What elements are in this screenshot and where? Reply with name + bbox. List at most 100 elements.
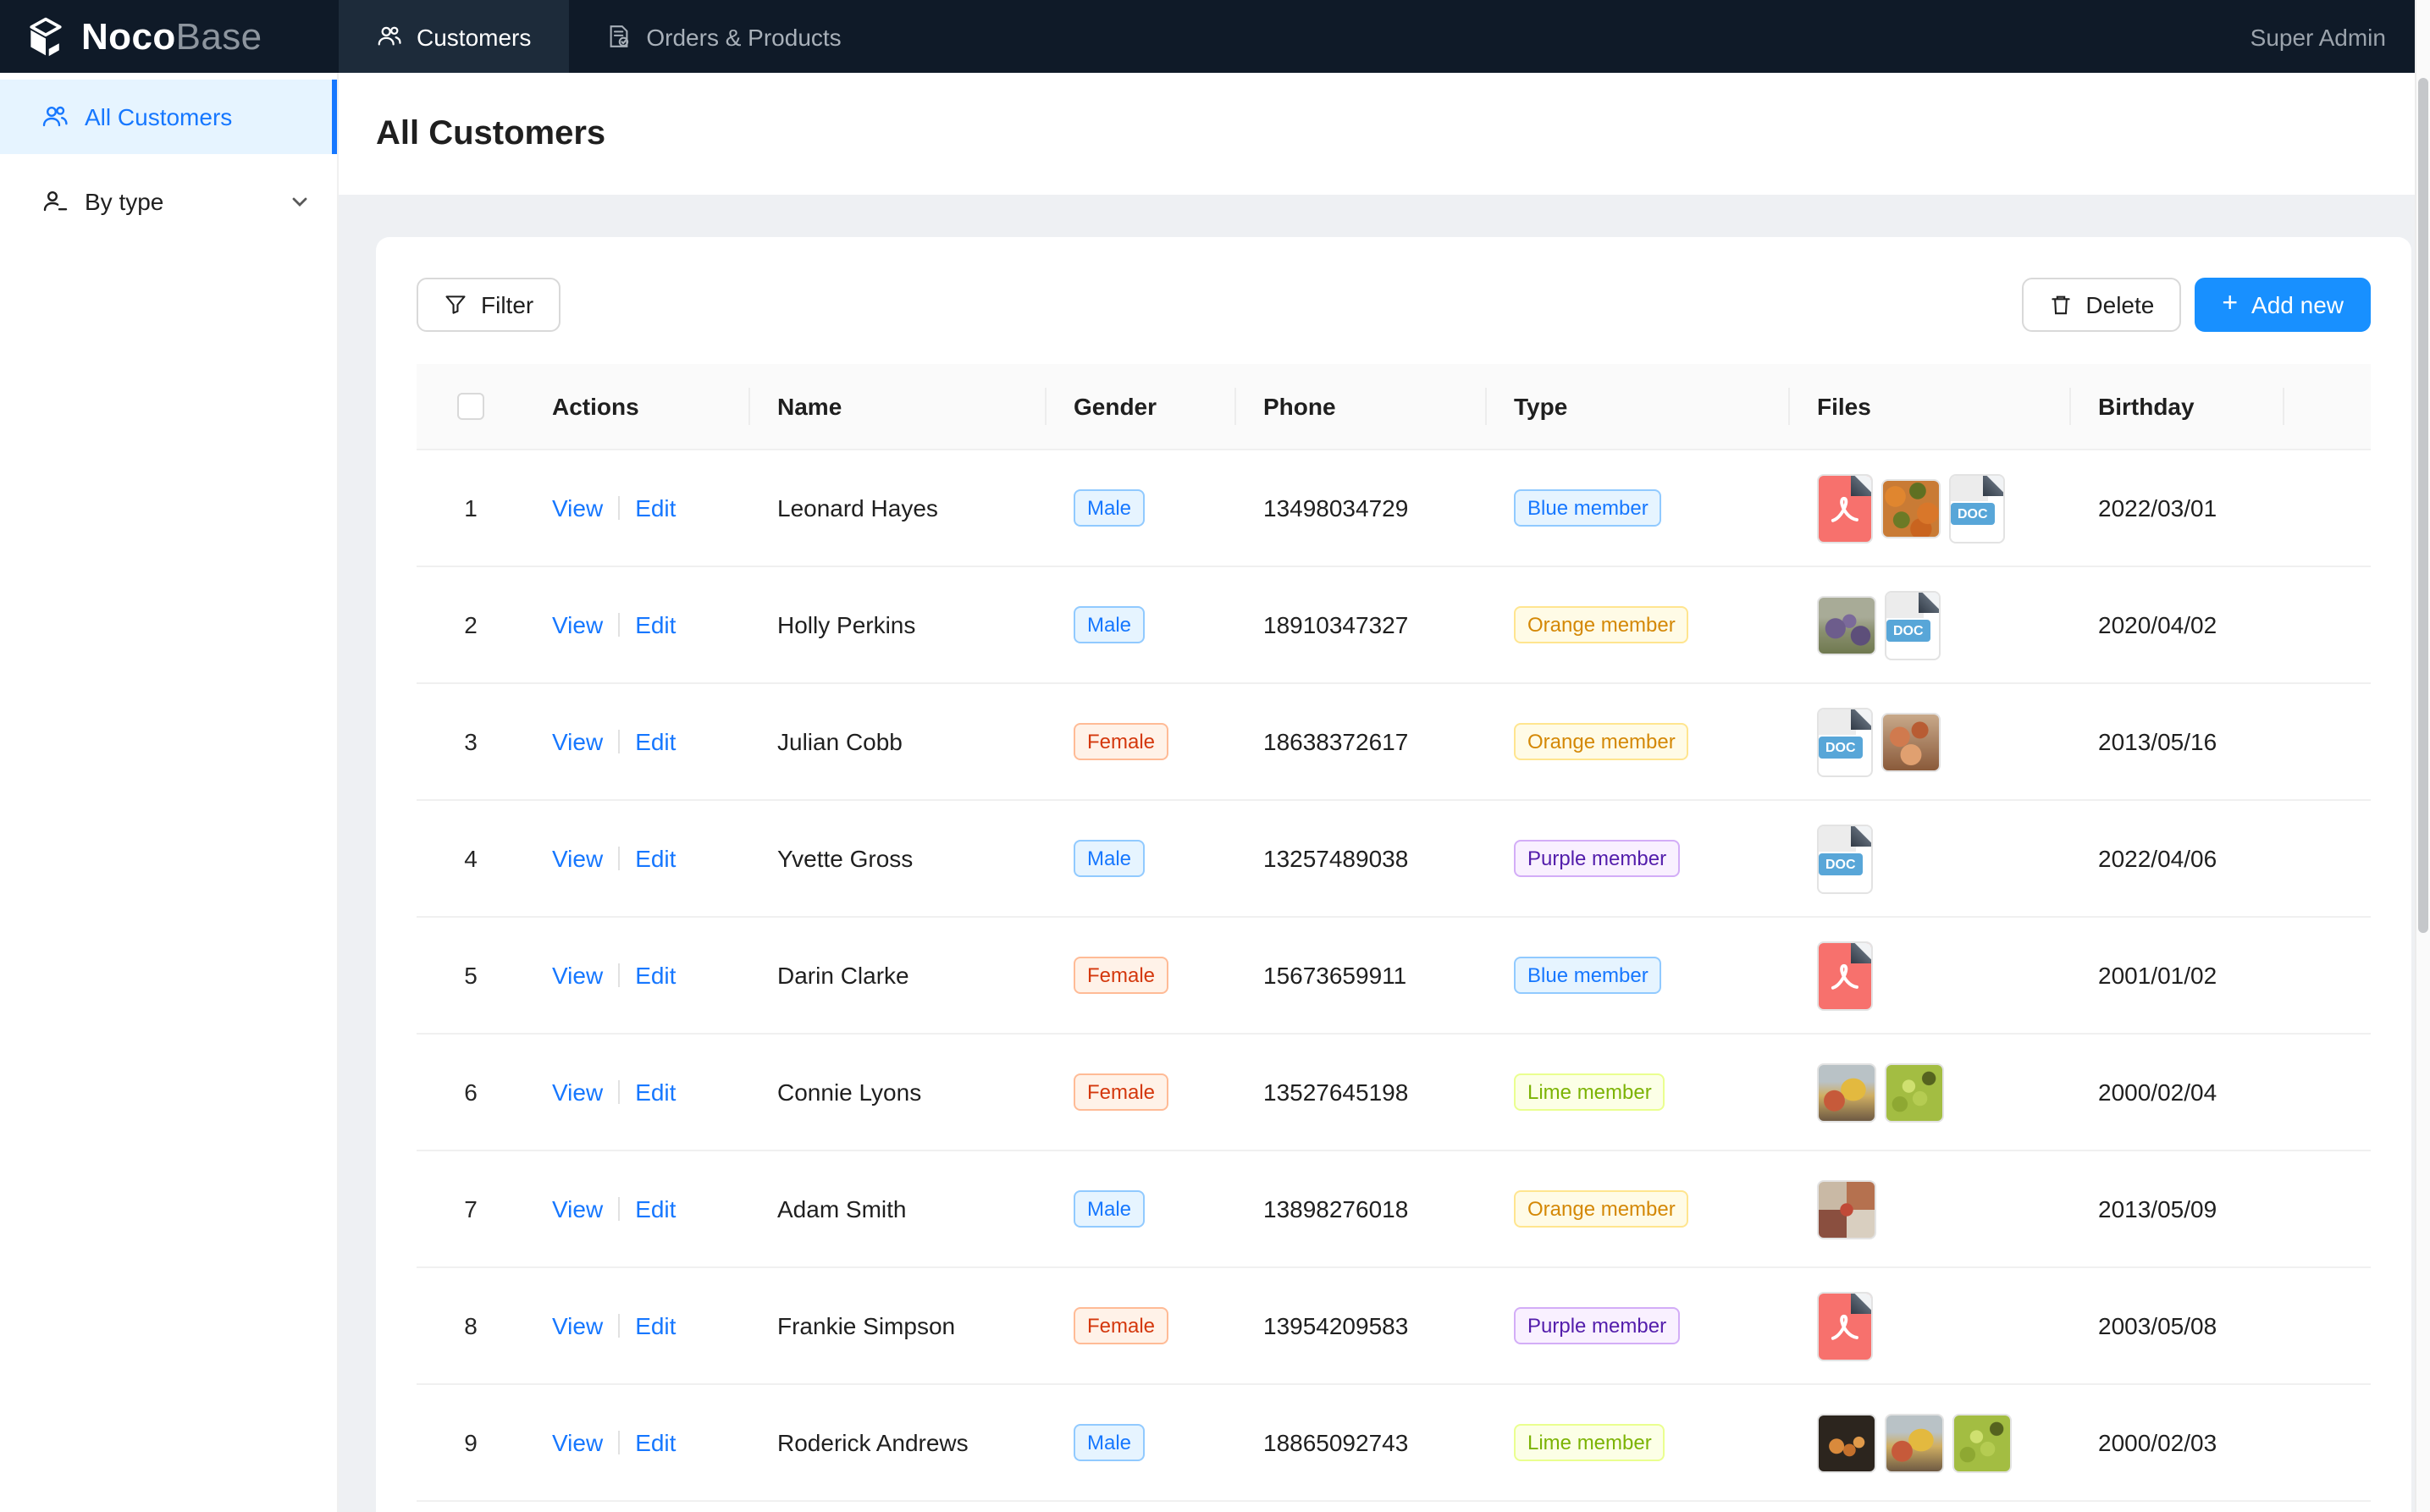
sidebar: All Customers By type bbox=[0, 73, 339, 1512]
image-thumbnail[interactable] bbox=[1885, 1413, 1944, 1472]
birthday-value: 2000/02/04 bbox=[2098, 1079, 2217, 1106]
nocobase-logo[interactable]: NocoBase bbox=[0, 0, 339, 73]
image-thumbnail[interactable] bbox=[1817, 595, 1876, 654]
edit-link[interactable]: Edit bbox=[635, 728, 676, 755]
gender-badge: Female bbox=[1074, 723, 1168, 760]
doc-file-icon[interactable]: DOC bbox=[1949, 473, 2005, 543]
customer-name: Yvette Gross bbox=[777, 845, 913, 872]
tab-customers[interactable]: Customers bbox=[339, 0, 568, 73]
view-link[interactable]: View bbox=[552, 1312, 603, 1339]
phone-number: 18865092743 bbox=[1263, 1429, 1408, 1456]
view-link[interactable]: View bbox=[552, 728, 603, 755]
filter-button[interactable]: Filter bbox=[417, 278, 561, 332]
select-all-checkbox[interactable] bbox=[457, 393, 484, 420]
table-row: 9ViewEditRoderick AndrewsMale18865092743… bbox=[417, 1385, 2371, 1502]
edit-link[interactable]: Edit bbox=[635, 1312, 676, 1339]
row-index: 6 bbox=[464, 1079, 478, 1106]
edit-link[interactable]: Edit bbox=[635, 1079, 676, 1106]
view-link[interactable]: View bbox=[552, 1079, 603, 1106]
plus-icon: + bbox=[2222, 291, 2238, 318]
edit-link[interactable]: Edit bbox=[635, 962, 676, 989]
image-thumbnail[interactable] bbox=[1952, 1413, 2012, 1472]
tab-label: Customers bbox=[417, 23, 531, 50]
customer-name: Holly Perkins bbox=[777, 611, 915, 638]
customer-name: Adam Smith bbox=[777, 1195, 907, 1222]
doc-badge: DOC bbox=[1951, 502, 1995, 524]
add-new-button[interactable]: + Add new bbox=[2195, 278, 2371, 332]
member-type-badge: Orange member bbox=[1514, 723, 1689, 760]
edit-link[interactable]: Edit bbox=[635, 611, 676, 638]
team-icon bbox=[376, 24, 401, 49]
pdf-file-icon[interactable] bbox=[1817, 473, 1873, 543]
view-link[interactable]: View bbox=[552, 845, 603, 872]
member-type-badge: Purple member bbox=[1514, 1307, 1680, 1344]
customer-name: Connie Lyons bbox=[777, 1079, 921, 1106]
column-header-phone: Phone bbox=[1263, 393, 1336, 420]
view-link[interactable]: View bbox=[552, 494, 603, 521]
action-divider bbox=[618, 963, 620, 987]
row-index: 8 bbox=[464, 1312, 478, 1339]
action-divider bbox=[618, 1197, 620, 1221]
member-type-badge: Purple member bbox=[1514, 840, 1680, 877]
phone-number: 18910347327 bbox=[1263, 611, 1408, 638]
funnel-icon bbox=[444, 293, 467, 317]
view-link[interactable]: View bbox=[552, 1429, 603, 1456]
doc-file-icon[interactable]: DOC bbox=[1885, 590, 1941, 659]
vertical-scrollbar[interactable] bbox=[2415, 0, 2430, 1512]
doc-file-icon[interactable]: DOC bbox=[1817, 707, 1873, 776]
column-header-birthday: Birthday bbox=[2098, 393, 2195, 420]
image-thumbnail[interactable] bbox=[1885, 1062, 1944, 1122]
edit-link[interactable]: Edit bbox=[635, 494, 676, 521]
chevron-down-icon bbox=[290, 191, 310, 212]
image-thumbnail[interactable] bbox=[1817, 1179, 1876, 1239]
image-thumbnail[interactable] bbox=[1817, 1413, 1876, 1472]
delete-button[interactable]: Delete bbox=[2021, 278, 2181, 332]
member-type-badge: Blue member bbox=[1514, 957, 1662, 994]
scrollbar-thumb[interactable] bbox=[2418, 78, 2428, 933]
table-toolbar: Filter Delete + Add new bbox=[417, 278, 2371, 332]
folded-corner bbox=[1983, 473, 2005, 495]
user-type-icon bbox=[41, 188, 68, 215]
image-thumbnail[interactable] bbox=[1817, 1062, 1876, 1122]
phone-number: 13898276018 bbox=[1263, 1195, 1408, 1222]
pdf-file-icon[interactable] bbox=[1817, 1291, 1873, 1360]
action-divider bbox=[618, 730, 620, 753]
action-divider bbox=[618, 1314, 620, 1338]
birthday-value: 2022/03/01 bbox=[2098, 494, 2217, 521]
phone-number: 13257489038 bbox=[1263, 845, 1408, 872]
edit-link[interactable]: Edit bbox=[635, 1195, 676, 1222]
sidebar-item-all-customers[interactable]: All Customers bbox=[0, 80, 337, 154]
pdf-file-icon[interactable] bbox=[1817, 941, 1873, 1010]
row-index: 5 bbox=[464, 962, 478, 989]
app-window: NocoBase Customers Orders & Products Sup… bbox=[0, 0, 2430, 1512]
sidebar-item-by-type[interactable]: By type bbox=[0, 164, 337, 239]
phone-number: 13527645198 bbox=[1263, 1079, 1408, 1106]
row-index: 4 bbox=[464, 845, 478, 872]
action-divider bbox=[618, 1431, 620, 1454]
doc-file-icon[interactable]: DOC bbox=[1817, 824, 1873, 893]
table-row: 4ViewEditYvette GrossMale13257489038Purp… bbox=[417, 801, 2371, 918]
image-thumbnail[interactable] bbox=[1881, 712, 1941, 771]
user-menu[interactable]: Super Admin bbox=[2251, 0, 2430, 73]
view-link[interactable]: View bbox=[552, 962, 603, 989]
gender-badge: Male bbox=[1074, 1190, 1145, 1228]
member-type-badge: Blue member bbox=[1514, 489, 1662, 527]
gender-badge: Female bbox=[1074, 1307, 1168, 1344]
view-link[interactable]: View bbox=[552, 611, 603, 638]
doc-page-band bbox=[1819, 825, 1855, 851]
phone-number: 13498034729 bbox=[1263, 494, 1408, 521]
birthday-value: 2000/02/03 bbox=[2098, 1429, 2217, 1456]
edit-link[interactable]: Edit bbox=[635, 845, 676, 872]
edit-link[interactable]: Edit bbox=[635, 1429, 676, 1456]
action-divider bbox=[618, 847, 620, 870]
tab-orders-products[interactable]: Orders & Products bbox=[568, 0, 878, 73]
content-body: Filter Delete + Add new ActionsNameGende… bbox=[339, 195, 2430, 1512]
birthday-value: 2003/05/08 bbox=[2098, 1312, 2217, 1339]
row-index: 9 bbox=[464, 1429, 478, 1456]
view-link[interactable]: View bbox=[552, 1195, 603, 1222]
brand-text: NocoBase bbox=[81, 14, 262, 58]
row-index: 2 bbox=[464, 611, 478, 638]
column-header-actions: Actions bbox=[552, 393, 639, 420]
page-title: All Customers bbox=[376, 114, 605, 153]
image-thumbnail[interactable] bbox=[1881, 478, 1941, 538]
